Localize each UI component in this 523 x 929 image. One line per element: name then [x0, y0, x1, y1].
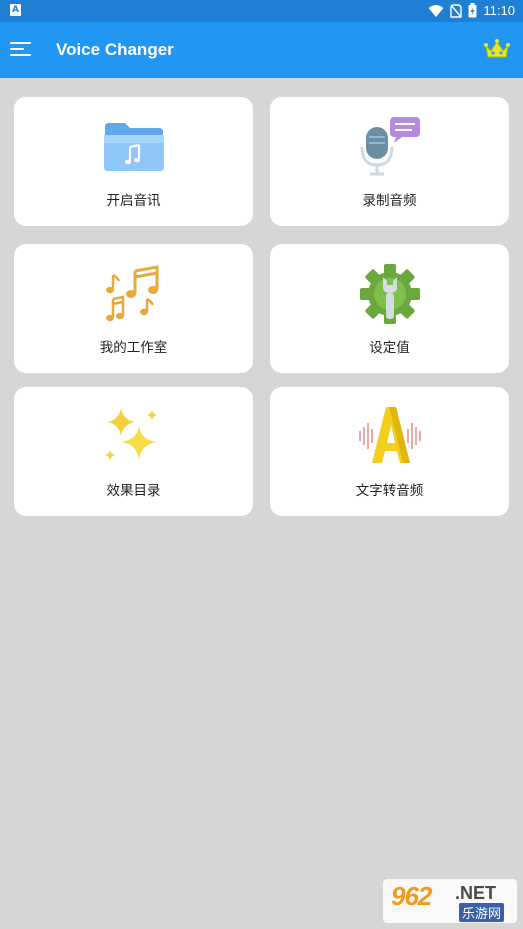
open-audio-card[interactable]: 开启音讯: [14, 97, 253, 226]
microphone-icon: [360, 117, 420, 176]
card-label: 效果目录: [106, 483, 161, 499]
card-label: 设定值: [369, 340, 410, 356]
crown-icon: [484, 39, 510, 58]
watermark-number: 962: [391, 881, 432, 911]
no-sim-icon: [450, 3, 463, 18]
app-bar: Voice Changer: [0, 22, 523, 78]
watermark-site: 乐游网: [459, 903, 505, 922]
card-label: 文字转音频: [355, 483, 424, 499]
watermark-logo: 962 .NET 乐游网: [383, 879, 517, 923]
gear-wrench-icon: [359, 264, 420, 324]
notification-icon: A: [10, 4, 21, 16]
card-label: 我的工作室: [99, 340, 168, 356]
hamburger-icon-line-3: [10, 54, 31, 56]
music-notes-icon: [105, 265, 158, 322]
clock: 11:10: [483, 3, 515, 18]
record-audio-card[interactable]: 录制音频: [270, 97, 509, 226]
watermark-domain: .NET: [455, 883, 497, 903]
hamburger-icon-line-1: [10, 42, 31, 44]
menu-button[interactable]: [10, 40, 32, 58]
hamburger-icon-line-2: [10, 48, 24, 50]
folder-music-icon: [103, 123, 164, 171]
sparkles-icon: [104, 408, 157, 460]
effects-catalog-card[interactable]: 效果目录: [14, 387, 253, 516]
status-bar: A 11:10: [0, 0, 523, 22]
premium-button[interactable]: [483, 38, 511, 62]
battery-icon: [468, 3, 477, 18]
card-label: 录制音频: [362, 193, 417, 209]
settings-card[interactable]: 设定值: [270, 244, 509, 373]
wifi-icon: [428, 4, 444, 17]
text-to-audio-icon: [358, 407, 421, 463]
card-label: 开启音讯: [106, 193, 161, 209]
my-studio-card[interactable]: 我的工作室: [14, 244, 253, 373]
app-title: Voice Changer: [56, 40, 174, 59]
text-to-audio-card[interactable]: 文字转音频: [270, 387, 509, 516]
